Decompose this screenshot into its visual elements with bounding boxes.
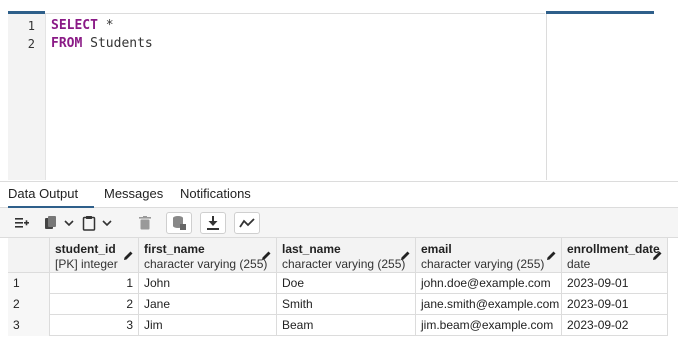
column-name: enrollment_date (567, 242, 660, 256)
column-name: first_name (144, 242, 205, 256)
row-number[interactable]: 2 (8, 294, 50, 315)
chevron-down-icon (102, 220, 112, 226)
pencil-icon[interactable] (546, 250, 557, 261)
row-number[interactable]: 1 (8, 273, 50, 294)
cell-email[interactable]: jane.smith@example.com (416, 294, 562, 315)
copy-options-dropdown[interactable] (62, 212, 76, 234)
column-header-email[interactable]: email character varying (255) (416, 238, 562, 273)
table-row[interactable]: 3 3 Jim Beam jim.beam@example.com 2023-0… (8, 315, 668, 336)
copy-icon (45, 216, 56, 229)
pencil-icon[interactable] (261, 250, 272, 261)
column-type: date (567, 257, 591, 271)
chevron-down-icon (64, 220, 74, 226)
tab-notifications[interactable]: Notifications (180, 186, 251, 201)
column-name: last_name (282, 242, 341, 256)
cell-first-name[interactable]: John (139, 273, 277, 294)
results-grid: student_id [PK] integer first_name chara… (8, 238, 668, 336)
sql-text: Students (82, 36, 153, 51)
query-editor[interactable]: 1 2 SELECT * FROM Students (0, 0, 678, 180)
column-header-enrollment-date[interactable]: enrollment_date date (562, 238, 668, 273)
row-number-header (8, 238, 50, 273)
line-number-gutter: 1 2 (8, 14, 45, 180)
graph-visualiser-button[interactable] (234, 212, 260, 234)
sql-keyword: SELECT (51, 18, 98, 33)
line-number: 2 (27, 37, 35, 51)
column-name: email (421, 242, 452, 256)
table-row[interactable]: 1 1 John Doe john.doe@example.com 2023-0… (8, 273, 668, 294)
delete-icon (139, 216, 151, 230)
graph-visualiser-icon (239, 218, 255, 228)
cell-enrollment-date[interactable]: 2023-09-01 (562, 273, 668, 294)
cell-last-name[interactable]: Doe (277, 273, 416, 294)
column-header-first-name[interactable]: first_name character varying (255) (139, 238, 277, 273)
tab-data-output[interactable]: Data Output (8, 186, 78, 201)
paste-icon (82, 216, 96, 231)
column-type: character varying (255) (421, 257, 545, 271)
cell-last-name[interactable]: Smith (277, 294, 416, 315)
tab-messages[interactable]: Messages (104, 186, 163, 201)
cell-last-name[interactable]: Beam (277, 315, 416, 336)
column-type: [PK] integer (55, 257, 118, 271)
pencil-icon[interactable] (652, 250, 663, 261)
cell-first-name[interactable]: Jane (139, 294, 277, 315)
cell-student-id[interactable]: 3 (50, 315, 139, 336)
copy-button[interactable] (40, 212, 62, 234)
column-type: character varying (255) (144, 257, 268, 271)
add-row-icon (15, 218, 29, 228)
save-data-icon (173, 216, 186, 230)
grid-header: student_id [PK] integer first_name chara… (8, 238, 668, 273)
sql-code-area[interactable]: SELECT * FROM Students (45, 14, 546, 180)
cell-email[interactable]: john.doe@example.com (416, 273, 562, 294)
download-button[interactable] (200, 212, 226, 234)
column-type: character varying (255) (282, 257, 406, 271)
side-panel (546, 14, 678, 180)
cell-student-id[interactable]: 1 (50, 273, 139, 294)
code-line[interactable]: SELECT * (51, 18, 114, 33)
add-row-button[interactable] (10, 212, 34, 234)
cell-student-id[interactable]: 2 (50, 294, 139, 315)
sql-keyword: FROM (51, 36, 83, 51)
results-toolbar (0, 208, 678, 238)
row-number[interactable]: 3 (8, 315, 50, 336)
save-data-button[interactable] (166, 212, 192, 234)
pencil-icon[interactable] (123, 250, 134, 261)
download-icon (207, 216, 219, 230)
line-number: 1 (27, 19, 35, 33)
cell-first-name[interactable]: Jim (139, 315, 277, 336)
sql-text: * (97, 18, 114, 33)
cell-enrollment-date[interactable]: 2023-09-02 (562, 315, 668, 336)
paste-button[interactable] (78, 212, 100, 234)
column-header-student-id[interactable]: student_id [PK] integer (50, 238, 139, 273)
cell-email[interactable]: jim.beam@example.com (416, 315, 562, 336)
paste-options-dropdown[interactable] (100, 212, 114, 234)
column-header-last-name[interactable]: last_name character varying (255) (277, 238, 416, 273)
pencil-icon[interactable] (400, 250, 411, 261)
column-name: student_id (55, 242, 116, 256)
output-tabs: Data Output Messages Notifications (0, 181, 678, 208)
code-line[interactable]: FROM Students (51, 36, 153, 51)
table-row[interactable]: 2 2 Jane Smith jane.smith@example.com 20… (8, 294, 668, 315)
cell-enrollment-date[interactable]: 2023-09-01 (562, 294, 668, 315)
delete-button[interactable] (134, 212, 156, 234)
